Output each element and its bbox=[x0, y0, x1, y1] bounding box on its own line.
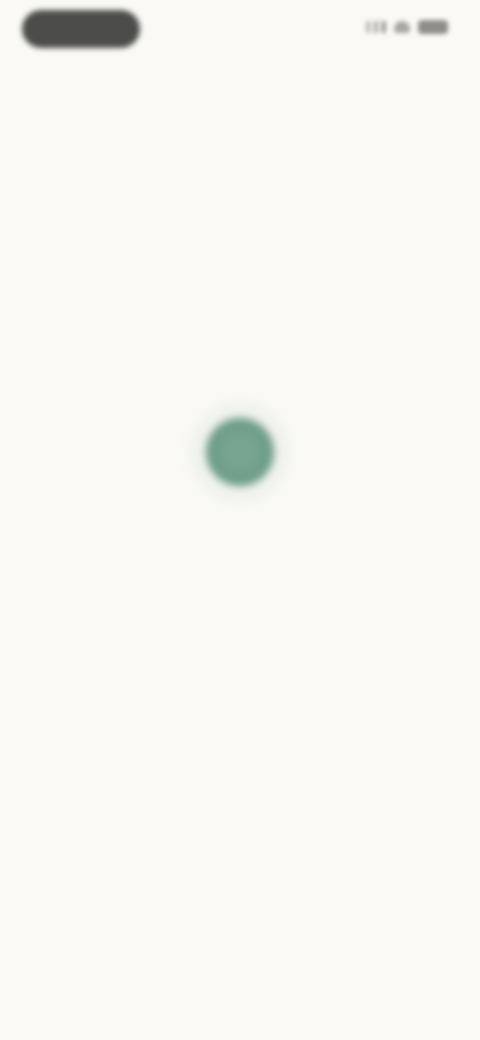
status-panel bbox=[0, 0, 480, 1040]
status-indicator-core bbox=[220, 432, 260, 472]
screen bbox=[0, 0, 480, 1040]
